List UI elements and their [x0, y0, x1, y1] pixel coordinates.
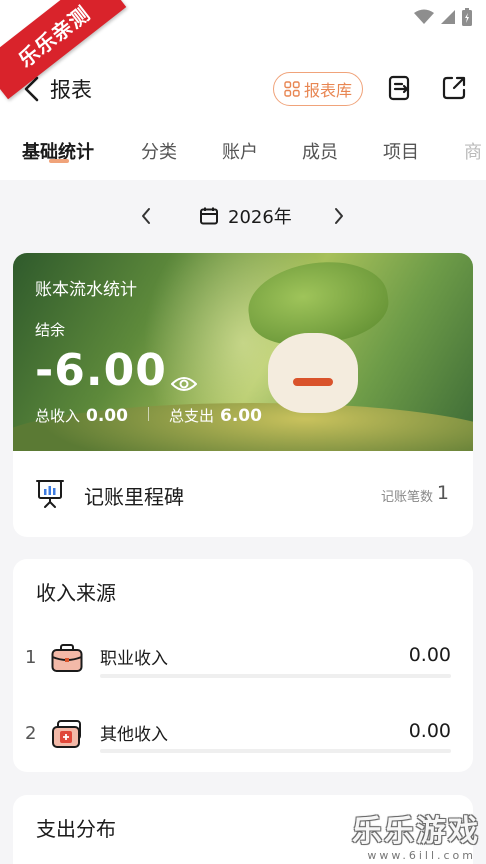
ledger-summary-banner: 账本流水统计 结余 -6.00 总收入 0.00 总支出 6.00	[13, 253, 473, 451]
watermark-logo: 乐乐游戏	[352, 814, 480, 849]
expense-distribution-title: 支出分布	[36, 817, 116, 841]
tab-member[interactable]: 成员	[302, 138, 338, 164]
income-row-value: 0.00	[408, 644, 451, 666]
year-selector: 2026年	[0, 196, 486, 236]
total-income-value: 0.00	[86, 406, 128, 426]
income-sources-card: 收入来源 1 职业收入 0.00 2 其他收入 0.00	[13, 559, 473, 772]
balance-label: 结余	[35, 321, 66, 339]
income-sources-title: 收入来源	[36, 581, 116, 605]
grid-icon	[284, 81, 300, 97]
red-envelope-icon	[52, 720, 81, 748]
income-row-value: 0.00	[408, 720, 451, 742]
share-icon[interactable]	[440, 74, 468, 102]
totals-divider	[147, 407, 149, 421]
tab-merchant[interactable]: 商	[464, 138, 482, 164]
next-year-icon[interactable]	[333, 207, 345, 225]
page-title: 报表	[50, 78, 92, 102]
milestone-row[interactable]: 记账里程碑 记账笔数 1	[13, 451, 473, 537]
export-report-icon[interactable]	[386, 74, 414, 102]
tab-account[interactable]: 账户	[222, 138, 258, 164]
active-tab-indicator	[49, 159, 69, 163]
battery-icon	[462, 8, 472, 26]
briefcase-icon	[51, 644, 83, 672]
watermark-url: www.6ill.com	[367, 849, 476, 862]
income-row-label: 职业收入	[100, 649, 168, 669]
mouse-illustration	[268, 333, 358, 413]
income-row-index: 1	[25, 647, 37, 668]
income-progress-bar	[100, 674, 451, 678]
scarf-illustration	[293, 378, 333, 386]
chart-board-icon	[36, 480, 64, 508]
year-label[interactable]: 2026年	[228, 203, 292, 229]
total-expense-value: 6.00	[219, 406, 262, 426]
tab-category[interactable]: 分类	[141, 138, 177, 164]
calendar-icon[interactable]	[199, 206, 219, 226]
banner-title: 账本流水统计	[35, 280, 137, 300]
total-expense-label: 总支出	[168, 407, 214, 425]
income-row-index: 2	[25, 723, 37, 744]
signal-icon	[441, 10, 455, 24]
entry-count-label: 记账笔数	[380, 490, 433, 505]
income-progress-bar	[100, 749, 451, 753]
entry-count-value: 1	[436, 482, 449, 504]
balance-value: -6.00	[35, 345, 167, 396]
tab-project[interactable]: 项目	[383, 138, 419, 164]
income-row-label: 其他收入	[100, 725, 168, 745]
report-library-label: 报表库	[303, 81, 352, 100]
eye-icon[interactable]	[171, 375, 197, 393]
report-library-button[interactable]: 报表库	[273, 72, 363, 106]
previous-year-icon[interactable]	[140, 207, 152, 225]
tab-bar: 基础统计 分类 账户 成员 项目 商	[0, 124, 486, 180]
totals-row: 总收入 0.00 总支出 6.00	[35, 405, 262, 426]
total-income-label: 总收入	[35, 407, 81, 425]
milestone-title: 记账里程碑	[84, 485, 184, 509]
wifi-icon	[414, 9, 434, 24]
